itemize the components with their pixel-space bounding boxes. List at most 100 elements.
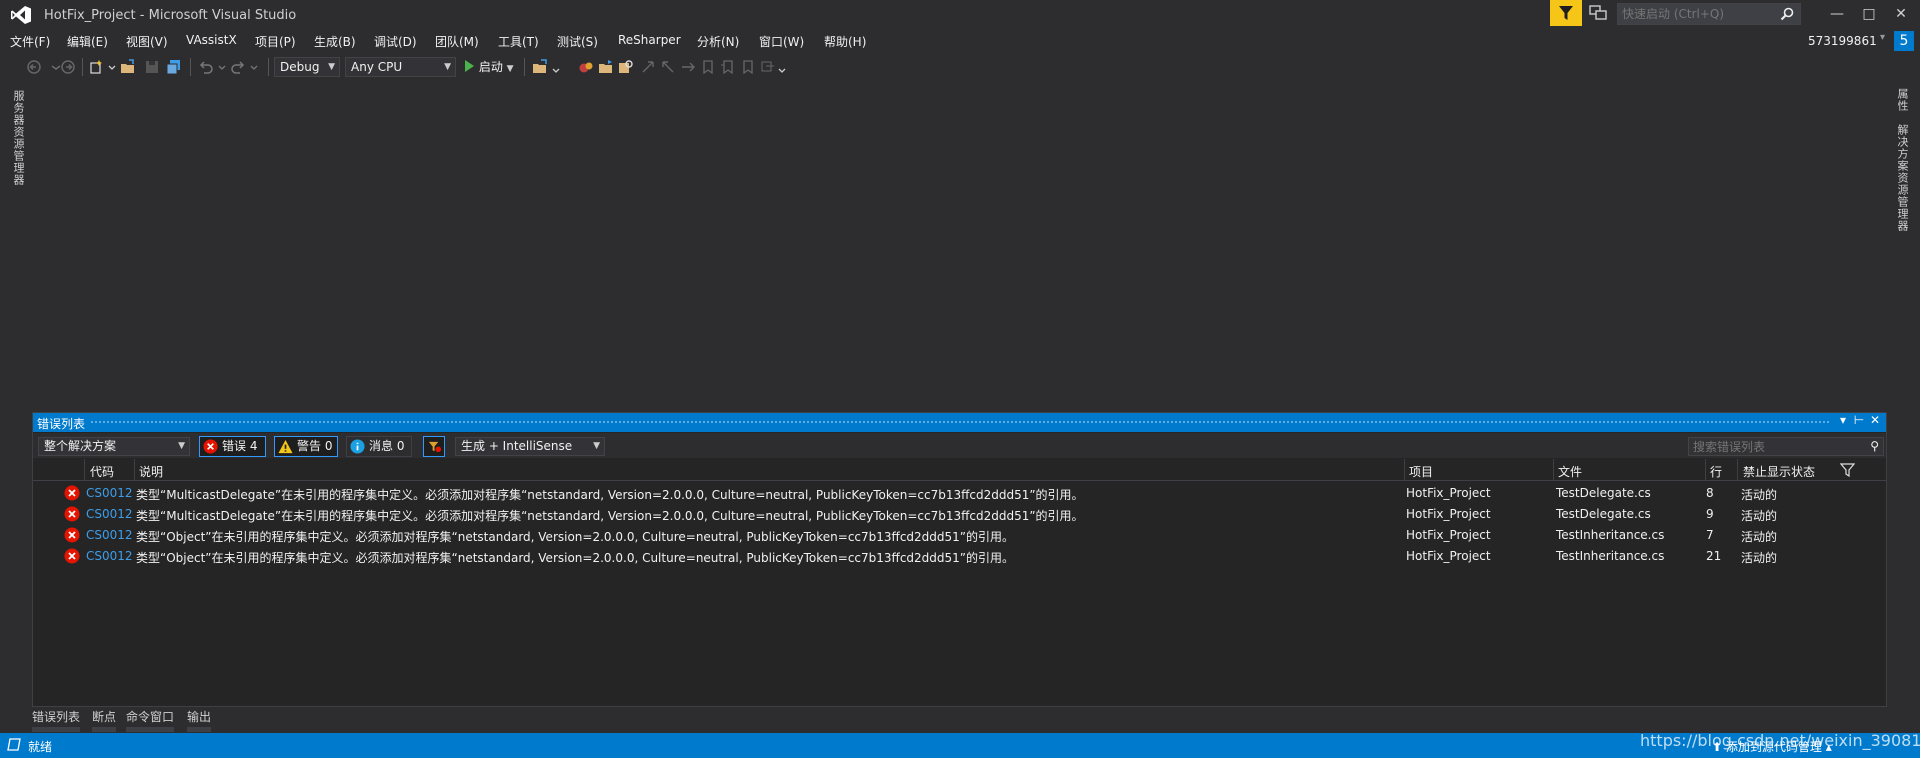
save-icon[interactable] (144, 59, 160, 75)
properties-tab[interactable]: 属性 (1894, 88, 1910, 112)
find-symbol-icon[interactable] (618, 59, 634, 75)
feedback-filter-button[interactable] (1550, 0, 1582, 26)
remote-icon[interactable] (1588, 4, 1608, 22)
open-file-icon[interactable] (120, 59, 136, 75)
menu-debug[interactable]: 调试(D) (374, 33, 417, 50)
status-bar (0, 733, 1920, 758)
bookmark-icon[interactable] (700, 59, 716, 75)
error-description: 类型“MulticastDelegate”在未引用的程序集中定义。必须添加对程序… (136, 509, 1084, 523)
column-header-suppression[interactable]: 禁止显示状态 (1743, 463, 1815, 480)
drag-grip[interactable] (90, 420, 1830, 424)
platform-select[interactable]: Any CPU ▼ (345, 57, 456, 77)
chevron-down-icon[interactable]: ▾ (1836, 413, 1850, 427)
undo-icon[interactable] (198, 59, 214, 75)
vs-logo-icon[interactable] (10, 5, 32, 25)
pin-icon[interactable]: ⊢ (1852, 413, 1866, 427)
close-icon[interactable]: ✕ (1884, 0, 1918, 28)
chevron-down-icon[interactable] (774, 59, 790, 75)
menu-team[interactable]: 团队(M) (435, 33, 479, 50)
table-row[interactable]: CS0012 类型“MulticastDelegate”在未引用的程序集中定义。… (33, 504, 1886, 525)
source-select[interactable]: 生成 + IntelliSense ▼ (455, 437, 605, 456)
notification-badge[interactable]: 5 (1894, 31, 1914, 51)
error-icon (64, 527, 80, 543)
bookmark-next-icon[interactable] (720, 59, 736, 75)
tab-command-window[interactable]: 命令窗口 (126, 708, 174, 725)
table-row[interactable]: CS0012 类型“Object”在未引用的程序集中定义。必须添加对程序集“ne… (33, 546, 1886, 567)
browser-link-icon[interactable] (532, 59, 548, 75)
tab-indicator (92, 727, 116, 732)
back-icon[interactable] (26, 59, 42, 75)
menu-file[interactable]: 文件(F) (10, 33, 50, 50)
user-account[interactable]: 573199861 (1808, 34, 1877, 48)
column-header-code[interactable]: 代码 (90, 463, 114, 480)
solution-explorer-tab[interactable]: 解决方案资源管理器 (1894, 124, 1910, 232)
step-back-icon[interactable] (660, 59, 676, 75)
messages-filter-button[interactable]: 消息 0 (346, 436, 412, 457)
chevron-down-icon[interactable]: ▾ (1880, 32, 1885, 43)
column-header-line[interactable]: 行 (1710, 463, 1722, 480)
vassist-icon[interactable] (578, 59, 594, 75)
menu-tools[interactable]: 工具(T) (498, 33, 539, 50)
error-code[interactable]: CS0012 (86, 507, 133, 521)
menu-analyze[interactable]: 分析(N) (697, 33, 739, 50)
menu-build[interactable]: 生成(B) (314, 33, 356, 50)
column-header-project[interactable]: 项目 (1409, 463, 1433, 480)
error-icon (203, 439, 218, 454)
tab-output[interactable]: 输出 (187, 708, 211, 725)
filter-toggle-button[interactable] (423, 436, 445, 457)
tab-error-list[interactable]: 错误列表 (32, 708, 80, 725)
error-state: 活动的 (1741, 530, 1778, 544)
error-code[interactable]: CS0012 (86, 528, 133, 542)
errors-filter-button[interactable]: 错误 4 (199, 436, 266, 457)
redo-icon[interactable] (230, 59, 246, 75)
step-over-icon[interactable] (680, 59, 696, 75)
minimize-icon[interactable]: — (1820, 0, 1854, 28)
column-separator (1705, 459, 1706, 481)
search-icon[interactable] (1780, 7, 1794, 21)
server-explorer-tab[interactable]: 服务器资源管理器 (10, 90, 26, 186)
error-code[interactable]: CS0012 (86, 549, 133, 563)
chevron-down-icon[interactable] (214, 59, 230, 75)
warnings-filter-button[interactable]: 警告 0 (274, 436, 338, 457)
output-status-icon[interactable] (7, 738, 21, 751)
start-debugging-button[interactable]: 启动 ▼ (463, 57, 514, 77)
chevron-down-icon[interactable] (548, 59, 564, 75)
configuration-select[interactable]: Debug ▼ (274, 57, 340, 77)
menu-window[interactable]: 窗口(W) (759, 33, 804, 50)
error-code[interactable]: CS0012 (86, 486, 133, 500)
step-icon[interactable] (640, 59, 656, 75)
column-header-description[interactable]: 说明 (139, 463, 163, 480)
open-folder-icon[interactable] (598, 59, 614, 75)
error-description: 类型“Object”在未引用的程序集中定义。必须添加对程序集“netstanda… (136, 530, 1015, 544)
save-all-icon[interactable] (166, 59, 182, 75)
menu-project[interactable]: 项目(P) (255, 33, 296, 50)
chevron-down-icon[interactable] (104, 59, 120, 75)
column-filter-icon[interactable] (1840, 463, 1855, 477)
menu-test[interactable]: 测试(S) (557, 33, 598, 50)
menu-vassistx[interactable]: VAssistX (186, 33, 237, 47)
toolbar-separator (524, 58, 525, 76)
maximize-icon[interactable]: □ (1852, 0, 1886, 28)
error-project: HotFix_Project (1406, 507, 1491, 521)
chevron-down-icon[interactable] (246, 59, 262, 75)
column-header-file[interactable]: 文件 (1558, 463, 1582, 480)
quick-launch-input[interactable] (1618, 4, 1772, 24)
quick-launch-box[interactable] (1617, 3, 1801, 25)
tab-breakpoints[interactable]: 断点 (92, 708, 116, 725)
table-row[interactable]: CS0012 类型“Object”在未引用的程序集中定义。必须添加对程序集“ne… (33, 525, 1886, 546)
new-project-icon[interactable] (88, 59, 104, 75)
search-errors-box[interactable]: ⚲ (1688, 437, 1884, 456)
search-icon[interactable]: ⚲ (1870, 439, 1879, 453)
menu-help[interactable]: 帮助(H) (824, 33, 866, 50)
table-row[interactable]: CS0012 类型“MulticastDelegate”在未引用的程序集中定义。… (33, 483, 1886, 504)
error-description: 类型“Object”在未引用的程序集中定义。必须添加对程序集“netstanda… (136, 551, 1015, 565)
bookmark-prev-icon[interactable] (740, 59, 756, 75)
menu-edit[interactable]: 编辑(E) (67, 33, 108, 50)
scope-select[interactable]: 整个解决方案 ▼ (38, 437, 190, 456)
close-icon[interactable]: ✕ (1868, 413, 1882, 427)
forward-icon[interactable] (60, 59, 76, 75)
menu-view[interactable]: 视图(V) (126, 33, 168, 50)
menu-resharper[interactable]: ReSharper (618, 33, 681, 47)
search-errors-input[interactable] (1689, 438, 1853, 455)
scope-value: 整个解决方案 (44, 439, 117, 453)
